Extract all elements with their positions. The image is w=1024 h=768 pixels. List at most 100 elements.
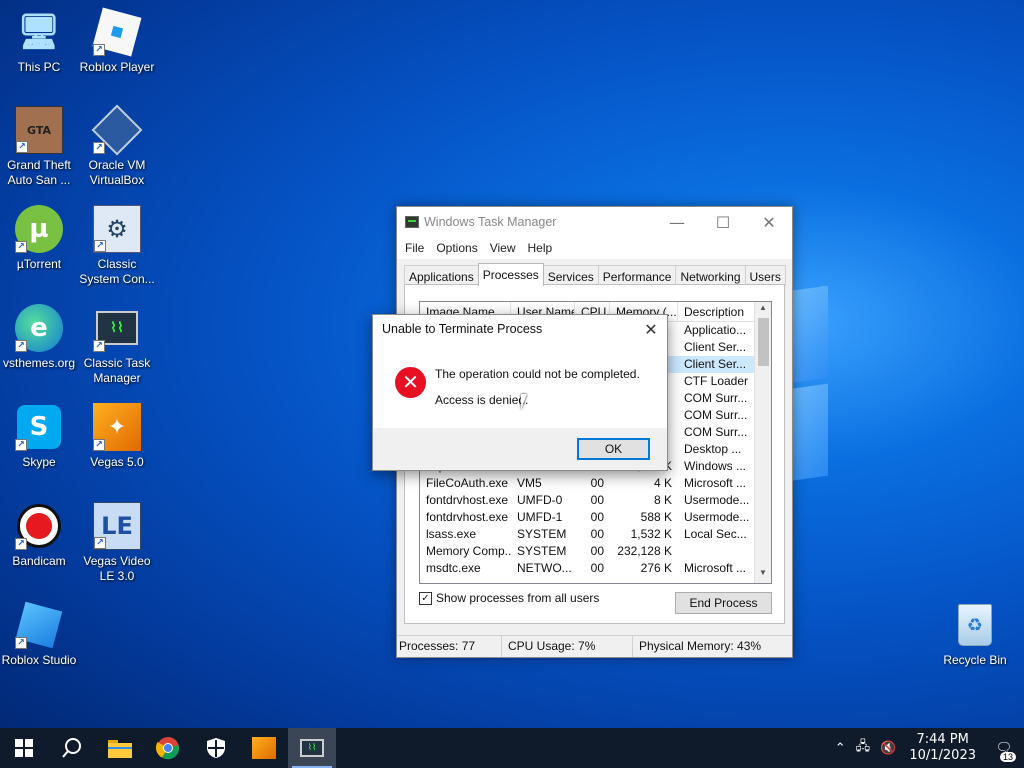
- scroll-thumb[interactable]: [758, 318, 769, 366]
- tab-applications[interactable]: Applications: [404, 265, 479, 286]
- desktop-icon-virtualbox[interactable]: ↗ Oracle VM VirtualBox: [78, 104, 156, 188]
- cell-cpu: 00: [590, 493, 604, 507]
- volume-muted-icon[interactable]: 🔇: [875, 741, 901, 756]
- cell-memory: 8 K: [653, 493, 672, 507]
- cell-cpu: 00: [590, 561, 604, 575]
- clock[interactable]: 7:44 PM 10/1/2023: [901, 732, 984, 764]
- desktop-icon-skype[interactable]: S ↗ Skype: [0, 403, 78, 470]
- error-dialog[interactable]: Unable to Terminate Process ✕ ✕ The oper…: [372, 314, 668, 471]
- dialog-footer: OK: [373, 428, 667, 470]
- desktop-icon-bandicam[interactable]: ↗ Bandicam: [0, 502, 78, 569]
- clock-date: 10/1/2023: [909, 748, 976, 763]
- vegas-le-icon: LE ↗: [93, 502, 141, 550]
- dialog-title: Unable to Terminate Process: [382, 322, 543, 336]
- cell-user-name: UMFD-1: [517, 510, 563, 524]
- desktop-icon-this-pc[interactable]: 🖥 This PC: [0, 8, 78, 75]
- desktop-icon-vegas-video-le[interactable]: LE ↗ Vegas Video LE 3.0: [78, 502, 156, 584]
- cell-description: Applicatio...: [684, 323, 747, 337]
- this-pc-icon: 🖥: [17, 12, 61, 52]
- vegas-icon: ✦ ↗: [93, 403, 141, 451]
- cell-description: Windows ...: [684, 459, 747, 473]
- tab-performance[interactable]: Performance: [597, 265, 677, 286]
- tab-users[interactable]: Users: [744, 265, 786, 286]
- taskbar-file-explorer[interactable]: [96, 728, 144, 768]
- close-button[interactable]: ✕: [746, 213, 792, 232]
- search-button[interactable]: [48, 728, 96, 768]
- network-icon[interactable]: 🖧: [851, 737, 876, 759]
- cell-memory: 4 K: [653, 476, 672, 490]
- cell-cpu: 00: [590, 544, 604, 558]
- maximize-button[interactable]: ☐: [700, 213, 746, 232]
- notification-center-button[interactable]: 🗨 13: [984, 741, 1024, 762]
- windows-logo-icon: [15, 739, 33, 757]
- table-row[interactable]: lsass.exe SYSTEM 00 1,532 K Local Sec...: [420, 526, 771, 543]
- menu-help[interactable]: Help: [522, 241, 559, 255]
- minimize-button[interactable]: —: [654, 213, 700, 232]
- recycle-bin-icon: ♻: [951, 601, 999, 649]
- taskbar-task-manager[interactable]: ⌇⌇: [288, 728, 336, 768]
- tab-services[interactable]: Services: [542, 265, 599, 286]
- task-manager-titlebar[interactable]: Windows Task Manager — ☐ ✕: [397, 207, 792, 237]
- tab-strip: Applications Processes Services Performa…: [404, 263, 786, 286]
- dialog-close-icon[interactable]: ✕: [635, 320, 667, 339]
- chrome-icon: [156, 737, 180, 760]
- cell-user-name: SYSTEM: [517, 544, 567, 558]
- desktop-icon-utorrent[interactable]: µ ↗ µTorrent: [0, 205, 78, 272]
- cell-description: Local Sec...: [684, 527, 747, 541]
- start-button[interactable]: [0, 728, 48, 768]
- cell-user-name: NETWO...: [517, 561, 572, 575]
- chevron-up-icon[interactable]: ⌃: [830, 741, 851, 756]
- menu-view[interactable]: View: [484, 241, 522, 255]
- tab-processes[interactable]: Processes: [477, 263, 544, 286]
- scroll-up-icon[interactable]: ▲: [755, 303, 771, 317]
- vertical-scrollbar[interactable]: ▲ ▼: [754, 302, 771, 583]
- taskbar-chrome[interactable]: [144, 728, 192, 768]
- menu-file[interactable]: File: [399, 241, 430, 255]
- table-row[interactable]: msdtc.exe NETWO... 00 276 K Microsoft ...: [420, 560, 771, 577]
- control-panel-icon: ⚙ ↗: [93, 205, 141, 253]
- task-manager-icon: ⌇⌇ ↗: [93, 304, 141, 352]
- table-row[interactable]: fontdrvhost.exe UMFD-0 00 8 K Usermode...: [420, 492, 771, 509]
- cell-description: Microsoft ...: [684, 476, 747, 490]
- task-manager-taskbar-icon: ⌇⌇: [300, 739, 324, 757]
- cell-user-name: VM5: [517, 476, 542, 490]
- notification-count-badge: 13: [999, 751, 1016, 762]
- table-row[interactable]: FileCoAuth.exe VM5 00 4 K Microsoft ...: [420, 475, 771, 492]
- checkbox-box[interactable]: ✓: [419, 591, 432, 605]
- cell-description: COM Surr...: [684, 425, 748, 439]
- desktop-icon-recycle-bin[interactable]: ♻ Recycle Bin: [936, 601, 1014, 668]
- ok-button[interactable]: OK: [577, 438, 650, 460]
- desktop-icon-vegas5[interactable]: ✦ ↗ Vegas 5.0: [78, 403, 156, 470]
- edge-icon: e ↗: [15, 304, 63, 352]
- desktop-icon-roblox-player[interactable]: ↗ Roblox Player: [78, 7, 156, 75]
- task-manager-title: Windows Task Manager: [424, 215, 557, 229]
- taskbar-vegas[interactable]: [240, 728, 288, 768]
- table-row[interactable]: fontdrvhost.exe UMFD-1 00 588 K Usermode...: [420, 509, 771, 526]
- cell-description: Desktop ...: [684, 442, 742, 456]
- roblox-studio-icon: ↗: [15, 601, 63, 649]
- cell-memory: 276 K: [640, 561, 672, 575]
- dialog-titlebar[interactable]: Unable to Terminate Process ✕: [373, 315, 667, 343]
- gta-icon: GTA ↗: [15, 106, 63, 154]
- virtualbox-icon: ↗: [91, 104, 143, 156]
- desktop-icon-classic-task-manager[interactable]: ⌇⌇ ↗ Classic Task Manager: [78, 304, 156, 386]
- cell-image-name: Memory Comp...: [426, 544, 511, 558]
- cell-description: Usermode...: [684, 510, 750, 524]
- end-process-button[interactable]: End Process: [675, 592, 772, 614]
- taskbar-security[interactable]: [192, 728, 240, 768]
- task-manager-app-icon: [405, 216, 419, 228]
- tab-networking[interactable]: Networking: [675, 265, 746, 286]
- desktop-icon-classic-system-control[interactable]: ⚙ ↗ Classic System Con...: [78, 205, 156, 287]
- error-icon: ✕: [395, 367, 426, 398]
- table-row[interactable]: Memory Comp... SYSTEM 00 232,128 K: [420, 543, 771, 560]
- cell-image-name: FileCoAuth.exe: [426, 476, 509, 490]
- desktop-icon-roblox-studio[interactable]: ↗ Roblox Studio: [0, 601, 78, 668]
- desktop-icon-gta[interactable]: GTA ↗ Grand Theft Auto San ...: [0, 106, 78, 188]
- desktop-icon-vsthemes[interactable]: e ↗ vsthemes.org: [0, 304, 78, 371]
- scroll-down-icon[interactable]: ▼: [755, 568, 771, 582]
- show-all-users-checkbox[interactable]: ✓ Show processes from all users: [419, 591, 599, 605]
- menu-options[interactable]: Options: [430, 241, 483, 255]
- taskbar: ⌇⌇ ⌃ 🖧 🔇 7:44 PM 10/1/2023 🗨 13: [0, 728, 1024, 768]
- status-processes: Processes: 77: [397, 636, 502, 657]
- column-description[interactable]: Description: [678, 302, 758, 321]
